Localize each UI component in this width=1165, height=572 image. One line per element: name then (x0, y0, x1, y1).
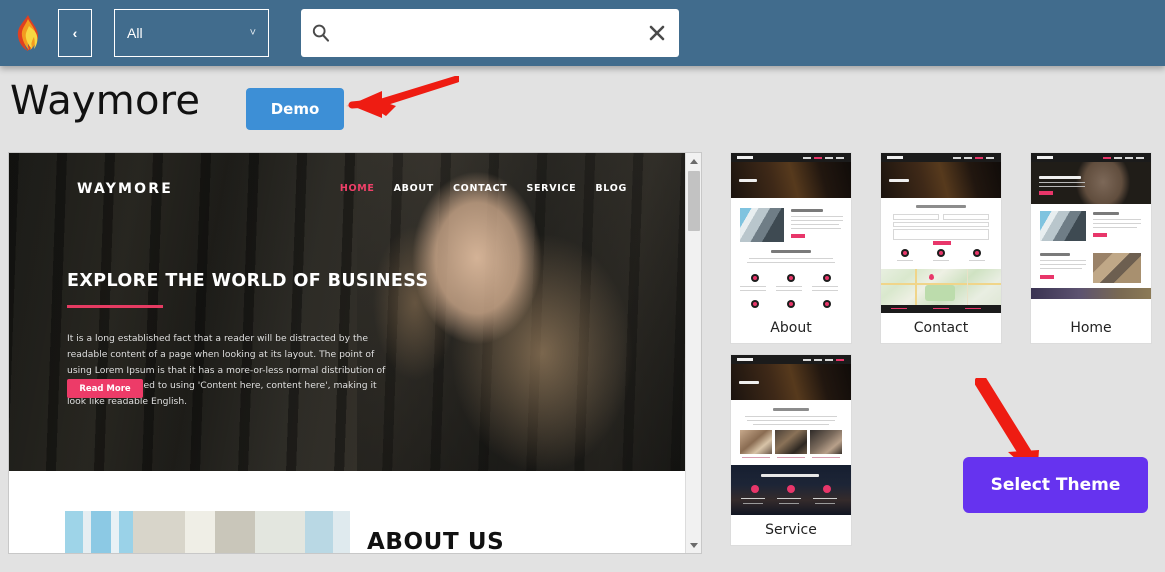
top-toolbar: ‹ All ˅ (0, 0, 1165, 66)
preview-nav-contact[interactable]: CONTACT (453, 183, 507, 194)
mini-map (881, 269, 1001, 305)
thumbnail-card-about[interactable]: About (730, 152, 852, 344)
scroll-down-button[interactable] (686, 537, 701, 553)
scroll-up-button[interactable] (686, 153, 701, 169)
preview-scroll-area: WAYMORE HOME ABOUT CONTACT SERVICE BLOG … (9, 153, 687, 553)
preview-nav-blog[interactable]: BLOG (595, 183, 627, 194)
thumbnail-image-contact (881, 153, 1001, 313)
preview-brand: WAYMORE (77, 181, 174, 197)
demo-pointer-arrow-icon (346, 76, 459, 118)
preview-about-image (65, 511, 350, 553)
preview-vertical-scrollbar[interactable] (685, 153, 701, 553)
mini-about-section (731, 198, 851, 270)
flame-logo-icon (17, 15, 38, 51)
mini-about-us-section (1031, 204, 1151, 246)
mini-our-mission-section (1031, 246, 1151, 288)
preview-headline-rule (67, 305, 163, 308)
preview-nav-about[interactable]: ABOUT (394, 183, 434, 194)
theme-header: Waymore Demo (0, 66, 1165, 148)
preview-about-section: ABOUT US (9, 471, 687, 553)
mini-hero-service (731, 364, 851, 400)
search-input[interactable] (337, 25, 647, 41)
preview-nav-home[interactable]: HOME (340, 183, 375, 194)
clear-x-icon[interactable] (647, 23, 667, 43)
mini-services-section (731, 400, 851, 463)
preview-read-more-button[interactable]: Read More (67, 379, 143, 398)
mini-navbar (881, 153, 1001, 162)
chevron-down-icon: ˅ (249, 27, 256, 39)
theme-preview-pane[interactable]: WAYMORE HOME ABOUT CONTACT SERVICE BLOG … (8, 152, 702, 554)
triangle-down-icon (690, 542, 698, 548)
preview-headline: EXPLORE THE WORLD OF BUSINESS (67, 271, 429, 291)
mini-hero-about (731, 162, 851, 198)
thumbnail-label-home: Home (1031, 313, 1151, 343)
thumbnail-label-contact: Contact (881, 313, 1001, 343)
preview-body-text: It is a long established fact that a rea… (67, 333, 386, 408)
demo-button[interactable]: Demo (246, 88, 344, 130)
thumbnail-label-service: Service (731, 515, 851, 545)
mini-navbar (731, 355, 851, 364)
thumbnail-label-about: About (731, 313, 851, 343)
mini-hero-contact (881, 162, 1001, 198)
select-theme-button[interactable]: Select Theme (963, 457, 1148, 513)
preview-hero: WAYMORE HOME ABOUT CONTACT SERVICE BLOG … (9, 153, 687, 471)
preview-about-title: ABOUT US (367, 529, 505, 553)
thumbnail-image-service (731, 355, 851, 515)
thumbnail-card-home[interactable]: Home (1030, 152, 1152, 344)
mini-contact-icons (881, 241, 1001, 269)
thumbnail-image-about (731, 153, 851, 313)
thumbnail-image-home (1031, 153, 1151, 313)
hero-photo-figure (357, 153, 687, 471)
mini-special-section (731, 465, 851, 515)
scope-value: All (127, 25, 143, 41)
mini-footer (1031, 288, 1151, 299)
app-logo (0, 0, 56, 66)
mini-message-form (881, 198, 1001, 246)
page-title: Waymore (10, 78, 201, 124)
preview-nav: HOME ABOUT CONTACT SERVICE BLOG (340, 183, 627, 194)
mini-why-choose-section (731, 270, 851, 313)
search-box[interactable] (301, 9, 679, 57)
mini-footer (881, 305, 1001, 313)
mini-navbar (731, 153, 851, 162)
search-icon (312, 24, 330, 42)
thumbnail-card-service[interactable]: Service (730, 354, 852, 546)
preview-nav-service[interactable]: SERVICE (526, 183, 576, 194)
mini-navbar (1031, 153, 1151, 162)
mini-hero-home (1031, 162, 1151, 204)
scope-dropdown[interactable]: All ˅ (114, 9, 269, 57)
triangle-up-icon (690, 158, 698, 164)
back-button[interactable]: ‹ (58, 9, 92, 57)
scrollbar-thumb[interactable] (688, 171, 700, 231)
back-chevron-icon: ‹ (72, 25, 78, 41)
thumbnail-card-contact[interactable]: Contact (880, 152, 1002, 344)
